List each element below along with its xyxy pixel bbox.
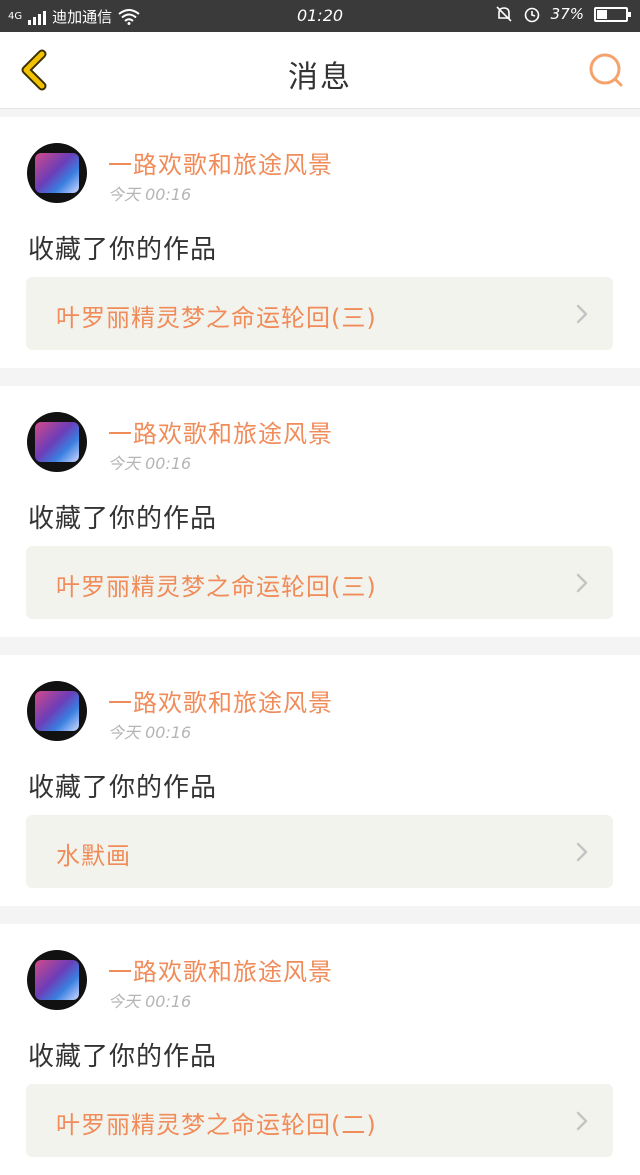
alarm-icon (524, 7, 539, 23)
timestamp: 今天 00:16 (108, 992, 192, 1011)
status-bar: 4G 迪加通信 01:20 37% (0, 0, 640, 32)
chevron-right-icon (576, 573, 588, 593)
work-title: 水默画 (56, 842, 131, 870)
work-title: 叶罗丽精灵梦之命运轮回(三) (56, 304, 377, 332)
work-title: 叶罗丽精灵梦之命运轮回(三) (56, 573, 377, 601)
action-text: 收藏了你的作品 (28, 1042, 218, 1072)
avatar[interactable] (27, 143, 87, 203)
action-text: 收藏了你的作品 (28, 235, 218, 265)
action-text: 收藏了你的作品 (28, 504, 218, 534)
username[interactable]: 一路欢歌和旅途风景 (108, 145, 333, 180)
timestamp: 今天 00:16 (108, 723, 192, 742)
username[interactable]: 一路欢歌和旅途风景 (108, 414, 333, 449)
chevron-right-icon (576, 1111, 588, 1131)
mute-bell-icon (496, 6, 512, 22)
avatar[interactable] (27, 412, 87, 472)
work-link[interactable]: 叶罗丽精灵梦之命运轮回(二) (26, 1084, 613, 1157)
battery-percent: 37% (550, 5, 584, 23)
status-right: 37% (495, 5, 631, 23)
username[interactable]: 一路欢歌和旅途风景 (108, 952, 333, 987)
chevron-right-icon (576, 304, 588, 324)
work-link[interactable]: 叶罗丽精灵梦之命运轮回(三) (26, 277, 613, 350)
chevron-right-icon (576, 842, 588, 862)
search-icon[interactable] (586, 50, 626, 90)
work-link[interactable]: 叶罗丽精灵梦之命运轮回(三) (26, 546, 613, 619)
action-text: 收藏了你的作品 (28, 773, 218, 803)
avatar[interactable] (27, 681, 87, 741)
nav-bar: 消息 (0, 32, 640, 109)
message-card: 一路欢歌和旅途风景 今天 00:16 收藏了你的作品 叶罗丽精灵梦之命运轮回(三… (0, 386, 640, 637)
message-card: 一路欢歌和旅途风景 今天 00:16 收藏了你的作品 叶罗丽精灵梦之命运轮回(三… (0, 117, 640, 368)
work-link[interactable]: 水默画 (26, 815, 613, 888)
timestamp: 今天 00:16 (108, 185, 192, 204)
work-title: 叶罗丽精灵梦之命运轮回(二) (56, 1111, 377, 1139)
message-card: 一路欢歌和旅途风景 今天 00:16 收藏了你的作品 水默画 (0, 655, 640, 906)
avatar[interactable] (27, 950, 87, 1010)
timestamp: 今天 00:16 (108, 454, 192, 473)
username[interactable]: 一路欢歌和旅途风景 (108, 683, 333, 718)
battery-icon (594, 6, 631, 22)
page-title: 消息 (288, 60, 352, 95)
message-card: 一路欢歌和旅途风景 今天 00:16 收藏了你的作品 叶罗丽精灵梦之命运轮回(二… (0, 924, 640, 1175)
